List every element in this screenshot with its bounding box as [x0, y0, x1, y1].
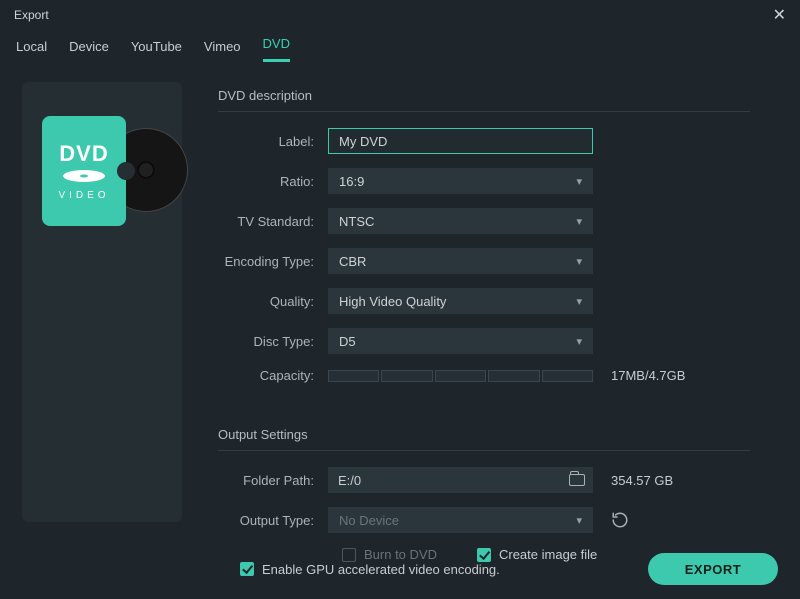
chevron-down-icon: ▾: [576, 255, 582, 268]
close-icon[interactable]: ✕: [773, 5, 786, 25]
tab-dvd[interactable]: DVD: [263, 36, 290, 62]
ratio-select[interactable]: 16:9 ▾: [328, 168, 593, 194]
label-quality: Quality:: [218, 294, 328, 309]
disctype-select[interactable]: D5 ▾: [328, 328, 593, 354]
quality-select[interactable]: High Video Quality ▾: [328, 288, 593, 314]
chevron-down-icon: ▾: [576, 514, 582, 527]
label-outputtype: Output Type:: [218, 513, 328, 528]
label-input-field[interactable]: [339, 134, 582, 149]
tab-vimeo[interactable]: Vimeo: [204, 39, 241, 62]
refresh-icon[interactable]: [611, 511, 629, 529]
checkbox-gpu-encoding[interactable]: Enable GPU accelerated video encoding.: [240, 562, 500, 577]
encoding-select[interactable]: CBR ▾: [328, 248, 593, 274]
chevron-down-icon: ▾: [576, 175, 582, 188]
tab-local[interactable]: Local: [16, 39, 47, 62]
tab-youtube[interactable]: YouTube: [131, 39, 182, 62]
folderpath-input[interactable]: E:/0: [328, 467, 593, 493]
section-dvd-description: DVD description: [218, 82, 750, 112]
folder-icon[interactable]: [569, 474, 585, 486]
capacity-meter: [328, 370, 593, 382]
dvd-cover-title: DVD: [59, 141, 108, 167]
folder-free-space: 354.57 GB: [611, 473, 673, 488]
label-input[interactable]: [328, 128, 593, 154]
chevron-down-icon: ▾: [576, 215, 582, 228]
tvstandard-select[interactable]: NTSC ▾: [328, 208, 593, 234]
check-icon: [240, 562, 254, 576]
tab-device[interactable]: Device: [69, 39, 109, 62]
chevron-down-icon: ▾: [576, 335, 582, 348]
label-ratio: Ratio:: [218, 174, 328, 189]
section-output-settings: Output Settings: [218, 421, 750, 451]
label-encoding: Encoding Type:: [218, 254, 328, 269]
capacity-text: 17MB/4.7GB: [611, 368, 685, 383]
dvd-preview: DVD VIDEO: [22, 82, 182, 522]
label-tvstandard: TV Standard:: [218, 214, 328, 229]
export-tabs: Local Device YouTube Vimeo DVD: [0, 30, 800, 62]
dvd-cover-sub: VIDEO: [58, 190, 109, 201]
dvd-cover-icon: DVD VIDEO: [42, 116, 126, 226]
gpu-encoding-label: Enable GPU accelerated video encoding.: [262, 562, 500, 577]
chevron-down-icon: ▾: [576, 295, 582, 308]
label-capacity: Capacity:: [218, 368, 328, 383]
export-button[interactable]: EXPORT: [648, 553, 778, 585]
label-disctype: Disc Type:: [218, 334, 328, 349]
label-folderpath: Folder Path:: [218, 473, 328, 488]
outputtype-select[interactable]: No Device ▾: [328, 507, 593, 533]
label-label: Label:: [218, 134, 328, 149]
window-title: Export: [14, 8, 49, 22]
